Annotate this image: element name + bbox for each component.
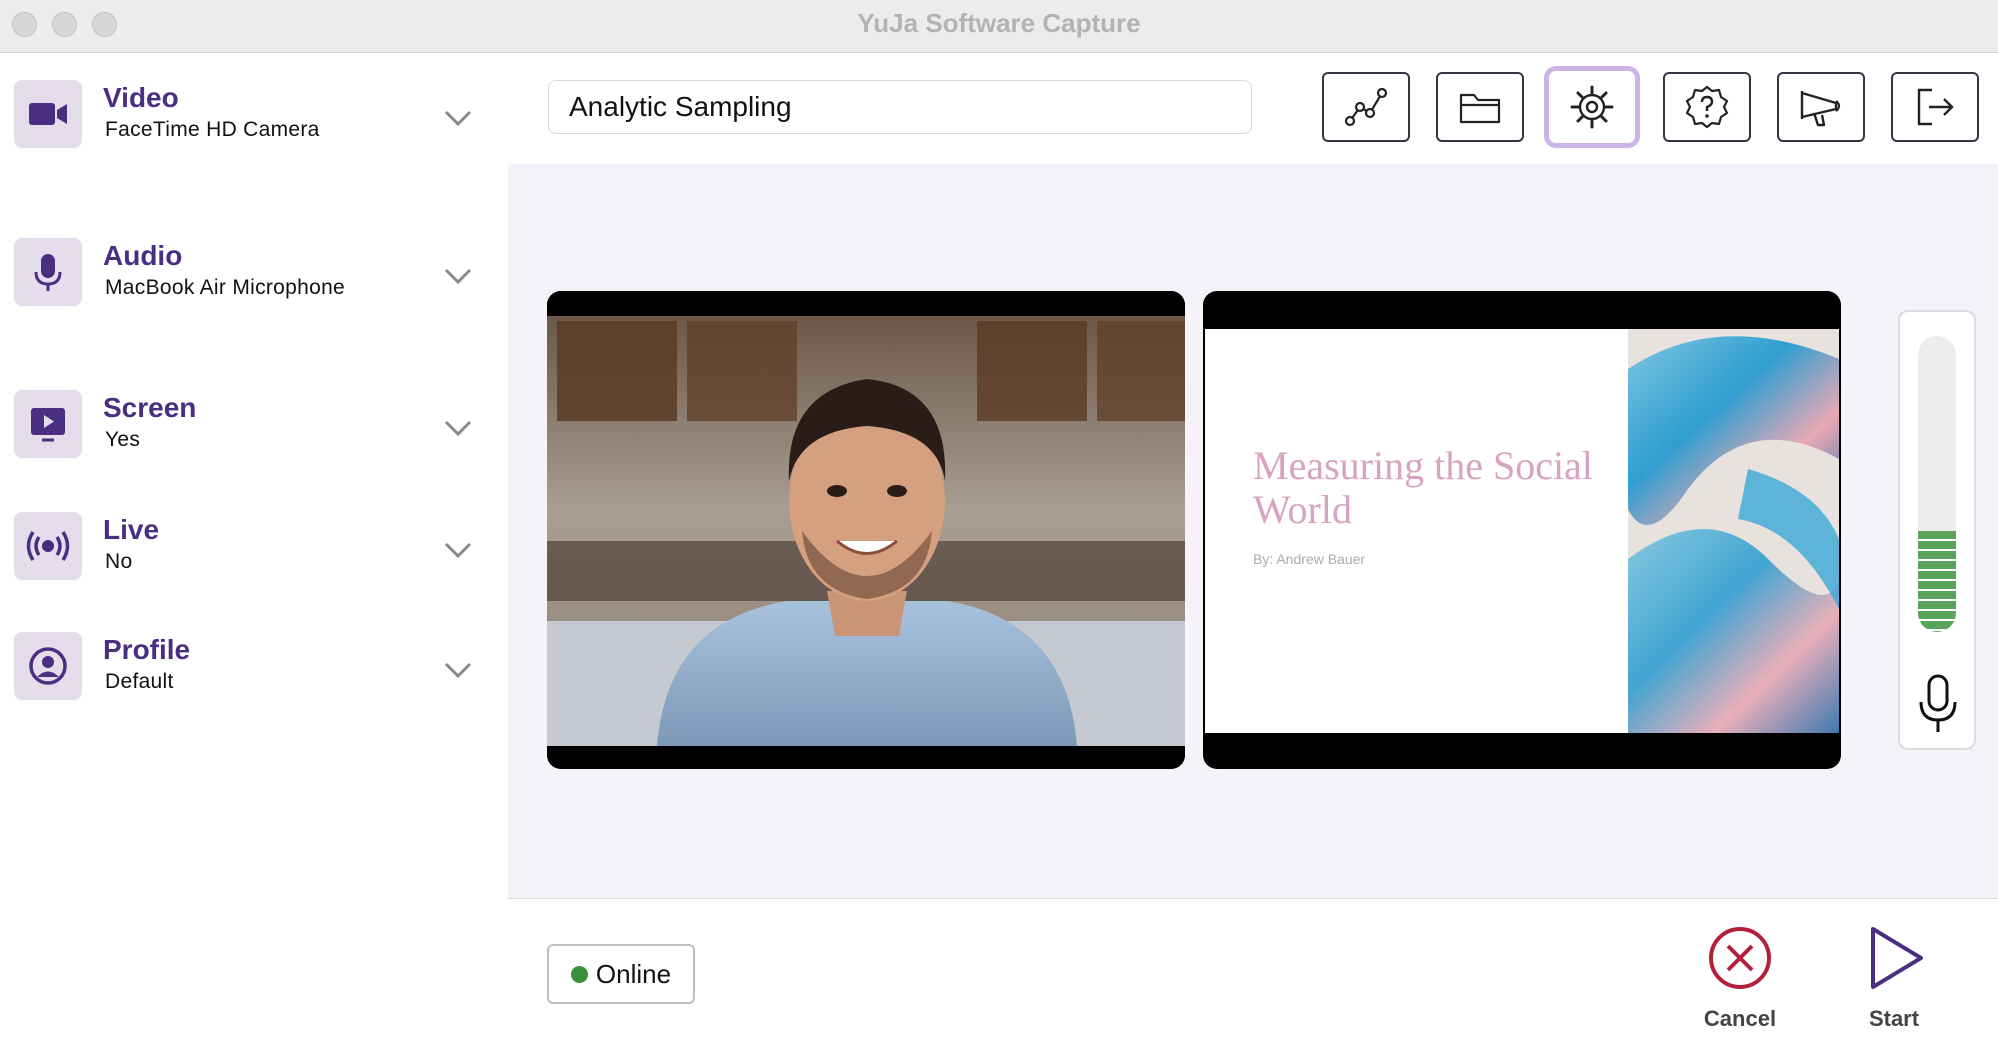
sidebar: Video FaceTime HD Camera Audio MacBook A… <box>0 54 508 1052</box>
megaphone-icon <box>1800 91 1841 127</box>
sidebar-item-live[interactable]: Live No <box>14 512 484 588</box>
sidebar-item-audio[interactable]: Audio MacBook Air Microphone <box>14 238 484 314</box>
screen-play-icon <box>14 390 82 458</box>
connection-status-button[interactable]: Online <box>547 944 695 1004</box>
broadcast-icon <box>14 512 82 580</box>
analytics-button[interactable] <box>1322 72 1410 142</box>
window-title: YuJa Software Capture <box>857 8 1141 38</box>
audio-level-fill <box>1918 531 1956 632</box>
start-label: Start <box>1868 1006 1920 1031</box>
chevron-down-icon[interactable] <box>440 412 476 442</box>
status-online-dot <box>570 965 588 983</box>
sidebar-item-value: No <box>105 550 133 573</box>
logout-button[interactable] <box>1891 72 1979 142</box>
cancel-label: Cancel <box>1703 1006 1777 1031</box>
cancel-button[interactable]: Cancel <box>1685 925 1795 1032</box>
session-title-input[interactable] <box>548 80 1252 134</box>
play-icon <box>1871 927 1923 989</box>
sidebar-item-video[interactable]: Video FaceTime HD Camera <box>14 80 484 156</box>
microphone-icon <box>14 238 82 306</box>
settings-button[interactable] <box>1544 66 1640 148</box>
header-toolbar <box>508 54 1998 164</box>
start-button[interactable]: Start <box>1839 925 1949 1032</box>
sidebar-item-value: MacBook Air Microphone <box>105 276 346 299</box>
video-camera-icon <box>14 80 82 148</box>
logout-icon <box>1917 88 1954 126</box>
audio-level-track <box>1918 336 1956 632</box>
sidebar-item-screen[interactable]: Screen Yes <box>14 390 484 466</box>
sidebar-item-title: Live <box>103 514 160 545</box>
chevron-down-icon[interactable] <box>440 260 476 290</box>
camera-preview <box>547 291 1185 769</box>
gear-icon <box>1570 85 1614 129</box>
announcements-button[interactable] <box>1777 72 1865 142</box>
chevron-down-icon[interactable] <box>440 654 476 684</box>
camera-feed-image <box>547 291 1185 769</box>
help-icon <box>1685 85 1729 129</box>
sidebar-item-value: Yes <box>105 428 141 451</box>
screen-preview: Measuring the Social World By: Andrew Ba… <box>1203 291 1841 769</box>
user-profile-icon <box>14 632 82 700</box>
folder-button[interactable] <box>1436 72 1524 142</box>
sidebar-item-title: Profile <box>103 634 191 665</box>
microphone-icon <box>1919 674 1957 732</box>
title-bar: YuJa Software Capture <box>0 0 1998 53</box>
sidebar-item-title: Audio <box>103 240 183 271</box>
sidebar-item-value: Default <box>105 670 174 693</box>
sidebar-item-value: FaceTime HD Camera <box>105 118 320 141</box>
sidebar-item-title: Video <box>103 82 179 113</box>
folder-icon <box>1459 93 1501 124</box>
chevron-down-icon[interactable] <box>440 534 476 564</box>
cancel-x-icon <box>1709 927 1771 989</box>
sidebar-item-title: Screen <box>103 392 197 423</box>
preview-area: Measuring the Social World By: Andrew Ba… <box>508 164 1998 898</box>
slide-author: By: Andrew Bauer <box>1253 551 1366 567</box>
status-label: Online <box>595 958 672 989</box>
footer: Online Cancel Start <box>508 898 1998 1052</box>
sidebar-item-profile[interactable]: Profile Default <box>14 632 484 708</box>
help-button[interactable] <box>1663 72 1751 142</box>
chevron-down-icon[interactable] <box>440 102 476 132</box>
slide-abstract-art <box>1628 329 1839 733</box>
slide-preview: Measuring the Social World By: Andrew Ba… <box>1205 329 1839 733</box>
slide-title: Measuring the Social World <box>1253 443 1593 532</box>
audio-level-meter <box>1898 310 1976 750</box>
analytics-chart-icon <box>1344 87 1388 127</box>
